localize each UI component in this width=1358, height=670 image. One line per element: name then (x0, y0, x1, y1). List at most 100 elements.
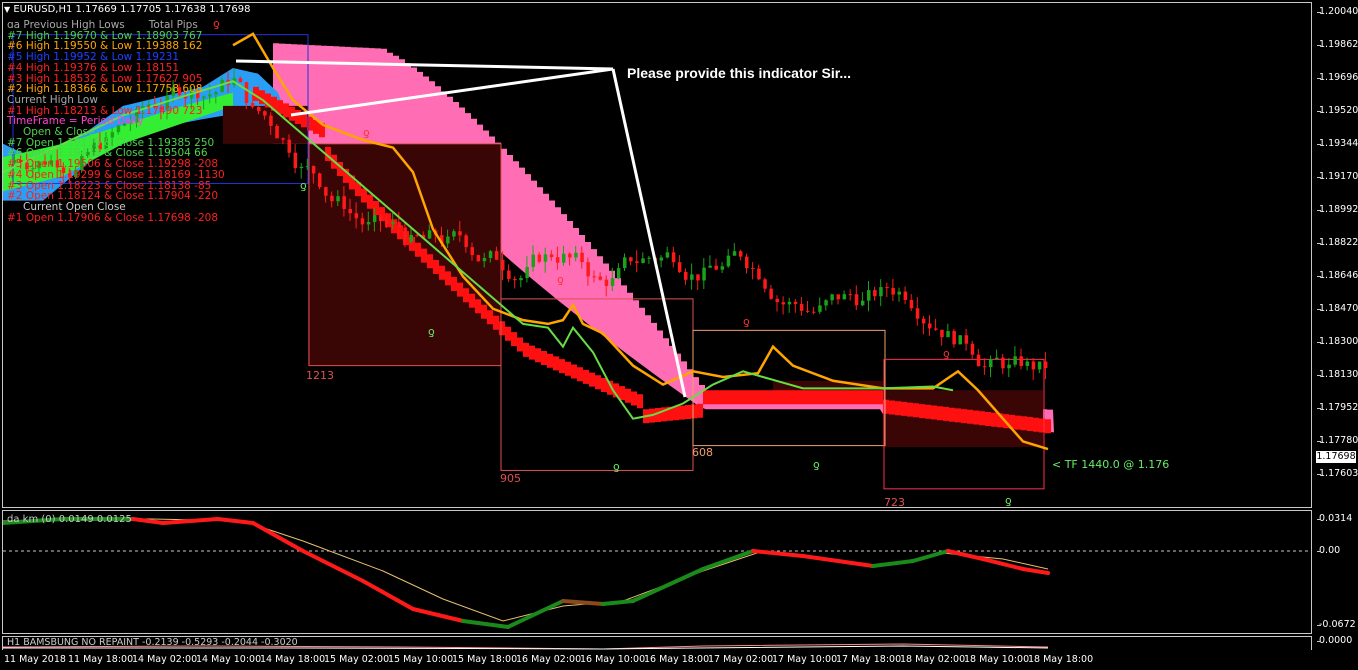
candle-body (860, 300, 865, 306)
osc-tick-zero: 0.00 (1316, 545, 1341, 556)
oscillator-segment (461, 619, 510, 629)
signal-marker: ƍ (1005, 494, 1012, 507)
time-tick: 16 May 10:00 (580, 654, 646, 665)
open-close-header: Open & Close (23, 126, 95, 138)
candle-body (641, 258, 645, 263)
candle-body (488, 251, 493, 258)
candle-body (671, 252, 676, 263)
oscillator-segment (801, 554, 875, 568)
signal-marker: ƍ (743, 315, 750, 328)
candle-body (476, 255, 481, 262)
candle-body (409, 234, 413, 242)
time-tick: 14 May 10:00 (196, 654, 262, 665)
oscillator-segment (301, 549, 365, 583)
candle-body (501, 259, 505, 271)
candle-body (604, 279, 609, 286)
candle-body (244, 82, 249, 103)
time-tick: 17 May 10:00 (772, 654, 838, 665)
candle-body (879, 287, 883, 297)
oscillator-axis[interactable]: 0.0314 0.00 -0.0672 (1313, 510, 1358, 634)
candle-body (287, 139, 291, 153)
chart-window[interactable]: ƍ ƍ ƍ ƍ ƍ ƍ ƍ ƍ ƍ ƍ da km (0) 0.0149 0.0125 H1 BA… (0, 0, 1312, 650)
candle-body (299, 166, 304, 169)
candle-body (324, 187, 328, 196)
candle-body (580, 252, 584, 263)
oscillator-segment (1021, 567, 1050, 575)
candle-body (1043, 361, 1048, 368)
price-tick: 1.19862 (1316, 39, 1358, 50)
candle-body (372, 215, 377, 223)
candle-body (897, 291, 901, 295)
candle-body (391, 221, 395, 224)
oscillator-panel[interactable]: da km (0) 0.0149 0.0125 (2, 510, 1312, 634)
price-tick: 1.17780 (1316, 435, 1358, 446)
candle-body (318, 173, 322, 188)
candle-body (757, 268, 761, 280)
candle-body (342, 196, 346, 210)
candle-body (562, 253, 566, 263)
oscillator-segment (701, 549, 755, 571)
signal-marker: ƍ (813, 458, 820, 471)
candle-body (202, 96, 206, 99)
oscillator-segment (506, 599, 565, 629)
price-tick: 1.17603 (1316, 468, 1358, 479)
bamsbung-axis[interactable]: 0.0000 (1313, 634, 1358, 650)
price-tick: 1.19170 (1316, 171, 1358, 182)
oscillator-segment (361, 579, 415, 611)
signal-marker: ƍ (363, 126, 370, 139)
candle-body (250, 102, 255, 107)
candle-body (891, 288, 895, 295)
candle-body (702, 267, 706, 281)
signal-line (3, 518, 1049, 622)
candle-body (903, 291, 908, 300)
candle-body (1007, 364, 1011, 369)
price-axis[interactable]: 1.20040 1.19862 1.19696 1.19520 1.19344 1.191… (1313, 0, 1358, 508)
box-label-1213: 1213 (306, 369, 334, 382)
candle-body (513, 278, 517, 281)
candle-body (574, 252, 578, 258)
candle-body (745, 256, 749, 269)
bamsbung-panel[interactable]: H1 BAMSBUNG NO REPAINT -0.2139 -0.5293 -… (2, 636, 1312, 650)
oscillator-segment (561, 599, 605, 606)
box-label-608: 608 (692, 446, 713, 459)
candle-body (970, 343, 975, 355)
price-tick: 1.19520 (1316, 105, 1358, 116)
candle-body (952, 331, 956, 345)
candle-body (549, 254, 554, 258)
candle-body (647, 257, 651, 259)
candle-body (763, 279, 767, 289)
candle-body (336, 196, 340, 202)
time-tick: 14 May 02:00 (132, 654, 198, 665)
candle-body (1013, 356, 1017, 365)
candle-body (238, 78, 243, 83)
candle-body (305, 166, 310, 168)
candle-body (885, 287, 889, 289)
chevron-down-icon[interactable]: ▼ (4, 5, 10, 14)
oscillator-segment (981, 557, 1025, 571)
candle-body (775, 298, 779, 303)
price-tick: 1.17952 (1316, 402, 1358, 413)
candle-body (519, 278, 523, 281)
candle-body (1031, 361, 1036, 370)
candle-body (824, 300, 828, 306)
high-low-row: #4 High 1.19376 & Low 1.18151 (7, 61, 180, 74)
candle-body (842, 294, 847, 300)
candle-body (867, 290, 871, 301)
time-axis[interactable]: 11 May 2018 11 May 18:00 14 May 02:00 14 Ma… (0, 650, 1358, 670)
open-close-row: #4 Open 1.19299 & Close 1.18169 -1130 (7, 168, 225, 181)
symbol-line: EURUSD,H1 1.17669 1.17705 1.17638 1.1769… (13, 4, 251, 15)
signal-marker: ƍ (557, 273, 564, 286)
candle-body (708, 265, 712, 268)
oscillator-canvas (3, 517, 1311, 629)
candle-body (464, 235, 468, 248)
current-open-header: Current Open Close (23, 200, 126, 213)
candle-body (787, 301, 792, 305)
signal-marker: ƍ (213, 17, 220, 30)
candle-body (781, 302, 786, 305)
oscillator-segment (751, 549, 805, 558)
candle-body (958, 335, 962, 345)
signal-marker: ƍ (613, 460, 620, 473)
candle-body (946, 331, 950, 338)
candle-body (208, 94, 212, 97)
oscillator-segment (411, 607, 465, 623)
